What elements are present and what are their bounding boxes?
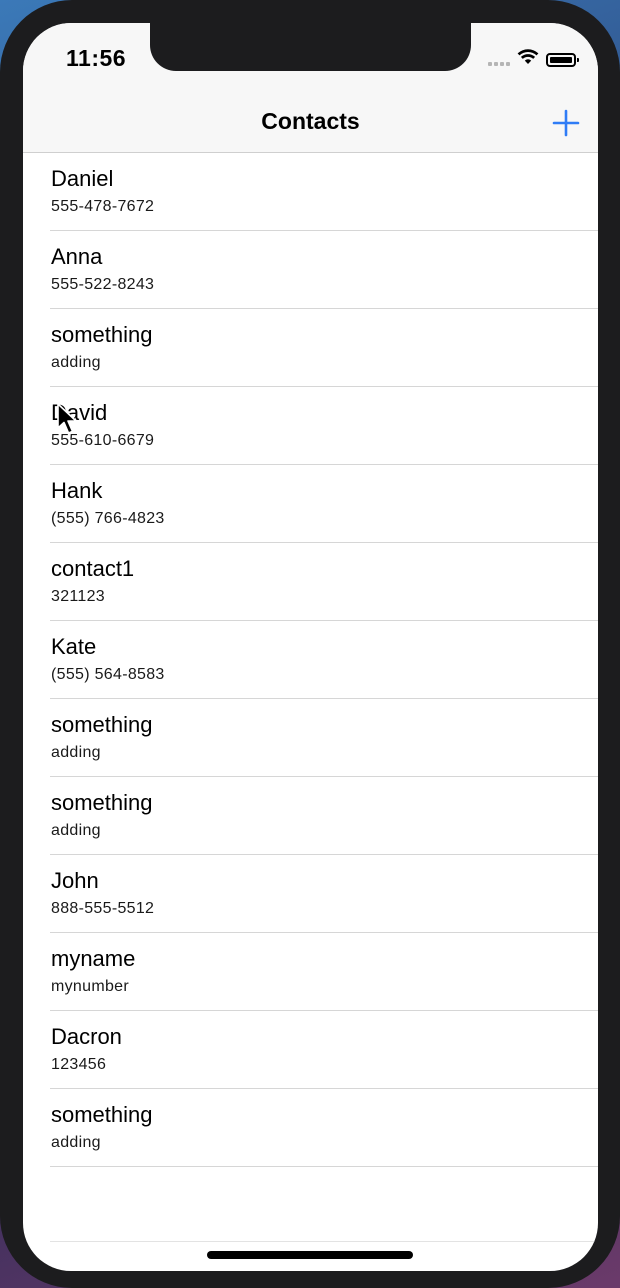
- contact-row[interactable]: Hank (555) 766-4823: [23, 465, 598, 543]
- empty-row-separator: [50, 1241, 598, 1242]
- contact-name: Hank: [51, 478, 103, 503]
- contact-row[interactable]: myname mynumber: [23, 933, 598, 1011]
- contact-row[interactable]: David 555-610-6679: [23, 387, 598, 465]
- contact-number: adding: [51, 822, 101, 839]
- contact-row[interactable]: Dacron 123456: [23, 1011, 598, 1089]
- contact-name: David: [51, 400, 108, 425]
- contact-name: contact1: [51, 556, 135, 581]
- page-title: Contacts: [261, 108, 360, 134]
- battery-icon: [546, 52, 579, 67]
- contact-row[interactable]: something adding: [23, 777, 598, 855]
- contact-name: something: [51, 790, 153, 815]
- contact-number: 555-478-7672: [51, 198, 155, 215]
- add-contact-button[interactable]: [550, 107, 582, 139]
- cellular-signal-icon: [488, 54, 510, 66]
- contact-row[interactable]: contact1 321123: [23, 543, 598, 621]
- status-time: 11:56: [66, 45, 127, 71]
- contact-name: something: [51, 1102, 153, 1127]
- contact-row[interactable]: something adding: [23, 699, 598, 777]
- contact-number: 555-522-8243: [51, 276, 155, 293]
- home-indicator[interactable]: [207, 1251, 413, 1259]
- plus-icon: [552, 109, 580, 137]
- contact-row[interactable]: Anna 555-522-8243: [23, 231, 598, 309]
- contact-number: 321123: [51, 588, 106, 605]
- contact-name: Kate: [51, 634, 97, 659]
- status-icons: [488, 49, 579, 70]
- contact-row[interactable]: Daniel 555-478-7672: [23, 153, 598, 231]
- notch: [150, 23, 471, 71]
- contact-name: something: [51, 712, 153, 737]
- contact-name: something: [51, 322, 153, 347]
- contact-row[interactable]: Kate (555) 564-8583: [23, 621, 598, 699]
- contact-name: Anna: [51, 244, 103, 269]
- contact-row[interactable]: something adding: [23, 309, 598, 387]
- contact-row[interactable]: John 888-555-5512: [23, 855, 598, 933]
- contact-number: mynumber: [51, 978, 129, 995]
- wifi-icon: [517, 49, 539, 70]
- contact-number: 888-555-5512: [51, 900, 155, 917]
- app-screen: 11:56 Contacts Daniel 555-478-7672 Anna …: [23, 23, 598, 1271]
- navigation-bar: Contacts: [23, 93, 598, 153]
- contact-row[interactable]: something adding: [23, 1089, 598, 1167]
- contact-number: (555) 766-4823: [51, 510, 165, 527]
- contact-name: Dacron: [51, 1024, 122, 1049]
- contact-name: myname: [51, 946, 136, 971]
- contact-number: adding: [51, 354, 101, 371]
- contact-number: (555) 564-8583: [51, 666, 165, 683]
- contact-name: Daniel: [51, 166, 114, 191]
- contact-number: adding: [51, 744, 101, 761]
- contact-name: John: [51, 868, 99, 893]
- contact-number: 123456: [51, 1056, 107, 1073]
- contact-list: Daniel 555-478-7672 Anna 555-522-8243 so…: [23, 153, 598, 1167]
- contact-number: 555-610-6679: [51, 432, 155, 449]
- contact-number: adding: [51, 1134, 101, 1151]
- phone-frame: 11:56 Contacts Daniel 555-478-7672 Anna …: [0, 0, 620, 1288]
